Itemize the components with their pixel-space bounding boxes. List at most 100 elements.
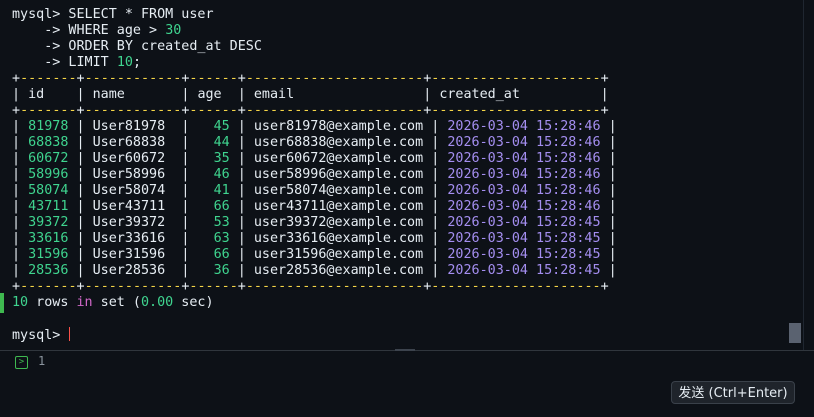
border-dash: - — [28, 103, 37, 118]
cell-padding — [197, 167, 213, 182]
column-separator: | — [431, 231, 448, 246]
column-separator: | — [12, 167, 29, 182]
border-dash: - — [399, 103, 408, 118]
border-dash: - — [334, 279, 343, 294]
border-dash: - — [511, 103, 520, 118]
border-dash: - — [382, 103, 391, 118]
cell-padding — [601, 199, 609, 214]
text-segment: 30 — [165, 23, 182, 38]
cell-padding — [68, 135, 76, 150]
border-dash: - — [471, 279, 480, 294]
table-cell-email: user33616@example.com — [253, 231, 424, 246]
border-dash: - — [108, 279, 117, 294]
border-dash: - — [334, 103, 343, 118]
border-dash: - — [20, 279, 29, 294]
border-dash: - — [399, 279, 408, 294]
text-segment: -> WHERE age > — [12, 23, 166, 38]
border-dash: - — [270, 71, 279, 86]
border-dash: - — [229, 103, 238, 118]
border-dash: - — [100, 279, 109, 294]
column-separator: | — [237, 119, 254, 134]
border-dash: - — [270, 279, 279, 294]
border-dash: - — [407, 103, 416, 118]
column-separator: | — [431, 247, 448, 262]
border-dash: - — [326, 71, 335, 86]
border-corner: + — [237, 71, 246, 86]
border-corner: + — [12, 279, 21, 294]
table-border: +-------+------------+------+-----------… — [12, 71, 609, 87]
column-separator: | — [423, 87, 440, 102]
mysql-prompt: mysql> — [12, 327, 71, 343]
scrollbar-thumb[interactable] — [789, 323, 801, 343]
border-dash: - — [495, 279, 504, 294]
border-dash: - — [92, 103, 101, 118]
terminal-output[interactable]: mysql> SELECT * FROM user -> WHERE age >… — [0, 0, 803, 350]
cell-padding — [601, 215, 609, 230]
text-segment: mysql> SELECT * FROM user — [12, 7, 214, 22]
query-line: -> LIMIT 10; — [12, 55, 141, 71]
cell-padding — [68, 247, 76, 262]
cell-padding — [294, 87, 423, 102]
border-dash: - — [261, 279, 270, 294]
column-header-age: age — [197, 87, 222, 102]
border-dash: - — [495, 103, 504, 118]
query-line: -> ORDER BY created_at DESC — [12, 39, 262, 55]
border-corner: + — [76, 103, 85, 118]
border-dash: - — [342, 279, 351, 294]
column-separator: | — [181, 119, 198, 134]
border-dash: - — [350, 279, 359, 294]
table-cell-age: 44 — [213, 135, 230, 150]
border-dash: - — [495, 71, 504, 86]
table-cell-email: user68838@example.com — [253, 135, 424, 150]
border-dash: - — [141, 279, 150, 294]
table-cell-created-at: 2026-03-04 15:28:46 — [447, 151, 601, 166]
border-dash: - — [536, 279, 545, 294]
border-dash: - — [592, 279, 601, 294]
table-row: | 81978 | User81978 | 45 | user81978@exa… — [12, 119, 617, 135]
table-row: | 28536 | User28536 | 36 | user28536@exa… — [12, 263, 617, 279]
column-separator: | — [431, 119, 448, 134]
column-header-email: email — [253, 87, 295, 102]
column-separator: | — [76, 215, 93, 230]
border-dash: - — [213, 71, 222, 86]
border-dash: - — [528, 103, 537, 118]
border-dash: - — [92, 279, 101, 294]
border-dash: - — [68, 71, 77, 86]
border-dash: - — [382, 71, 391, 86]
column-separator: | — [181, 87, 198, 102]
column-separator: | — [237, 215, 254, 230]
cell-padding — [165, 247, 181, 262]
table-header-row: | id | name | age | email | created_at | — [12, 87, 609, 103]
border-dash: - — [270, 103, 279, 118]
prompt-text: mysql> — [12, 328, 69, 343]
column-separator: | — [12, 87, 29, 102]
cell-padding — [44, 87, 76, 102]
cell-padding — [601, 263, 609, 278]
column-separator: | — [431, 135, 448, 150]
table-cell-name: User43711 — [92, 199, 166, 214]
column-separator: | — [12, 215, 29, 230]
cell-padding — [165, 199, 181, 214]
border-dash: - — [479, 71, 488, 86]
border-dash: - — [84, 103, 93, 118]
border-dash: - — [463, 279, 472, 294]
column-separator: | — [181, 231, 198, 246]
column-separator: | — [181, 263, 198, 278]
border-dash: - — [342, 71, 351, 86]
column-separator: | — [237, 247, 254, 262]
cell-padding — [68, 151, 76, 166]
table-cell-age: 63 — [213, 231, 230, 246]
text-segment: in — [76, 295, 93, 310]
border-dash: - — [471, 71, 480, 86]
border-dash: - — [415, 279, 424, 294]
cell-padding — [165, 151, 181, 166]
table-cell-created-at: 2026-03-04 15:28:45 — [447, 247, 601, 262]
text-segment: -> ORDER BY created_at DESC — [12, 39, 262, 54]
cell-padding — [230, 215, 238, 230]
table-cell-email: user58074@example.com — [253, 183, 424, 198]
border-dash: - — [149, 71, 158, 86]
send-button[interactable]: 发送 (Ctrl+Enter) — [671, 381, 795, 404]
table-border: +-------+------------+------+-----------… — [12, 279, 609, 295]
terminal-scrollbar[interactable] — [803, 0, 814, 350]
border-dash: - — [366, 71, 375, 86]
